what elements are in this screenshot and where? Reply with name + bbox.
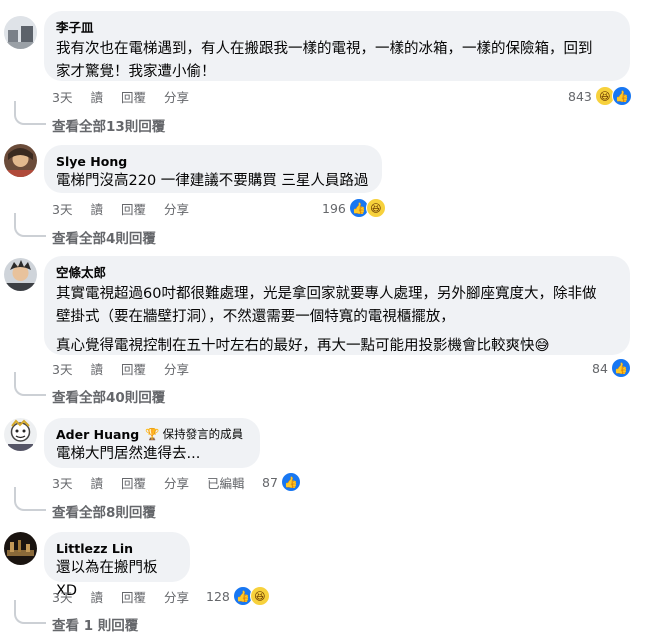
- avatar[interactable]: [4, 532, 37, 565]
- avatar[interactable]: [4, 418, 37, 451]
- comment-actions: 3天 讀 回覆 分享: [52, 358, 189, 378]
- read-button[interactable]: 讀: [90, 87, 103, 106]
- read-button[interactable]: 讀: [90, 199, 103, 218]
- author-name[interactable]: Slye Hong: [56, 153, 127, 170]
- comment-author[interactable]: Ader Huang 🏆 保持發言的成員: [56, 426, 248, 443]
- view-replies-label[interactable]: 查看 1 則回覆: [52, 614, 138, 634]
- reaction-summary[interactable]: 84 👍: [592, 358, 631, 378]
- share-button[interactable]: 分享: [164, 587, 189, 606]
- reply-button[interactable]: 回覆: [121, 87, 146, 106]
- avatar[interactable]: [4, 144, 37, 177]
- comment-bubble: Littlezz Lin 還以為在搬門板XD: [44, 532, 190, 599]
- view-replies-link[interactable]: 查看全部40則回覆: [14, 372, 165, 406]
- avatar[interactable]: [4, 258, 37, 291]
- reply-thread-line: [14, 372, 46, 396]
- reaction-summary[interactable]: 843 😆 👍: [568, 86, 632, 106]
- author-name[interactable]: Littlezz Lin: [56, 540, 133, 557]
- comment-text: 電梯大門居然進得去...: [56, 446, 201, 462]
- trophy-icon: 🏆: [145, 427, 160, 441]
- view-replies-label[interactable]: 查看全部8則回覆: [52, 501, 156, 521]
- reply-thread-line: [14, 600, 46, 624]
- comment-actions: 3天 讀 回覆 分享: [52, 586, 189, 606]
- comment-time[interactable]: 3天: [52, 87, 72, 106]
- view-replies-link[interactable]: 查看全部8則回覆: [14, 487, 156, 521]
- comment-author[interactable]: 空條太郎: [56, 264, 618, 281]
- edited-label: 已編輯: [207, 475, 245, 491]
- reaction-summary[interactable]: 128 👍 😆: [206, 586, 270, 606]
- reaction-summary[interactable]: 87 👍: [262, 472, 301, 492]
- comment-time[interactable]: 3天: [52, 199, 72, 218]
- comment-bubble: 空條太郎 其實電視超過60吋都很難處理，光是拿回家就要專人處理，另外腳座寬度大，…: [44, 256, 630, 355]
- share-button[interactable]: 分享: [164, 87, 189, 106]
- comment-actions: 3天 讀 回覆 分享 已編輯: [52, 472, 245, 492]
- reply-thread-line: [14, 101, 46, 125]
- author-name[interactable]: 李子皿: [56, 19, 94, 36]
- comment-time[interactable]: 3天: [52, 587, 72, 606]
- comment-text-paragraph-2: 真心覺得電視控制在五十吋左右的最好，再大一點可能用投影機會比較爽快😅: [56, 338, 550, 354]
- avatar[interactable]: [4, 16, 37, 49]
- view-replies-label[interactable]: 查看全部4則回覆: [52, 227, 156, 247]
- comment-actions: 3天 讀 回覆 分享: [52, 198, 189, 218]
- share-button[interactable]: 分享: [164, 199, 189, 218]
- comment-text: 其實電視超過60吋都很難處理，光是拿回家就要專人處理，另外腳座寬度大，除非做 壁…: [56, 286, 597, 325]
- comment-actions: 3天 讀 回覆 分享: [52, 86, 189, 106]
- read-button[interactable]: 讀: [90, 359, 103, 378]
- comment-text: 我有次也在電梯遇到，有人在搬跟我一樣的電視，一樣的冰箱，一樣的保險箱，回到 家才…: [56, 41, 593, 80]
- reply-button[interactable]: 回覆: [121, 587, 146, 606]
- view-replies-label[interactable]: 查看全部13則回覆: [52, 115, 165, 135]
- reply-thread-line: [14, 487, 46, 511]
- reply-button[interactable]: 回覆: [121, 359, 146, 378]
- haha-icon: 😆: [249, 586, 270, 606]
- haha-icon: 😆: [365, 198, 386, 218]
- badge-label: 保持發言的成員: [162, 427, 244, 441]
- comment-text: 電梯門沒高220 一律建議不要購買 三星人員路過: [56, 173, 369, 189]
- comment-author[interactable]: Littlezz Lin: [56, 540, 178, 557]
- view-replies-link[interactable]: 查看 1 則回覆: [14, 600, 138, 634]
- share-button[interactable]: 分享: [164, 473, 189, 492]
- reaction-count: 196: [322, 200, 346, 216]
- reply-button[interactable]: 回覆: [121, 473, 146, 492]
- reaction-count: 84: [592, 360, 608, 376]
- view-replies-link[interactable]: 查看全部4則回覆: [14, 213, 156, 247]
- author-name[interactable]: Ader Huang: [56, 426, 139, 443]
- like-icon: 👍: [280, 472, 301, 492]
- comment-bubble: 李子皿 我有次也在電梯遇到，有人在搬跟我一樣的電視，一樣的冰箱，一樣的保險箱，回…: [44, 11, 630, 81]
- reaction-count: 843: [568, 88, 592, 104]
- reply-button[interactable]: 回覆: [121, 199, 146, 218]
- read-button[interactable]: 讀: [90, 587, 103, 606]
- reaction-summary[interactable]: 196 👍 😆: [322, 198, 386, 218]
- reaction-count: 128: [206, 588, 230, 604]
- like-icon: 👍: [611, 86, 632, 106]
- like-icon: 👍: [610, 358, 631, 378]
- comment-bubble: Slye Hong 電梯門沒高220 一律建議不要購買 三星人員路過: [44, 145, 382, 193]
- author-name[interactable]: 空條太郎: [56, 264, 106, 281]
- reaction-count: 87: [262, 474, 278, 490]
- comment-time[interactable]: 3天: [52, 473, 72, 492]
- comment-bubble: Ader Huang 🏆 保持發言的成員 電梯大門居然進得去...: [44, 418, 260, 468]
- reply-thread-line: [14, 213, 46, 237]
- member-badge[interactable]: 🏆 保持發言的成員: [145, 426, 243, 443]
- comment-time[interactable]: 3天: [52, 359, 72, 378]
- comment-author[interactable]: Slye Hong: [56, 153, 370, 170]
- read-button[interactable]: 讀: [90, 473, 103, 492]
- view-replies-link[interactable]: 查看全部13則回覆: [14, 101, 165, 135]
- view-replies-label[interactable]: 查看全部40則回覆: [52, 386, 165, 406]
- share-button[interactable]: 分享: [164, 359, 189, 378]
- comment-author[interactable]: 李子皿: [56, 19, 618, 36]
